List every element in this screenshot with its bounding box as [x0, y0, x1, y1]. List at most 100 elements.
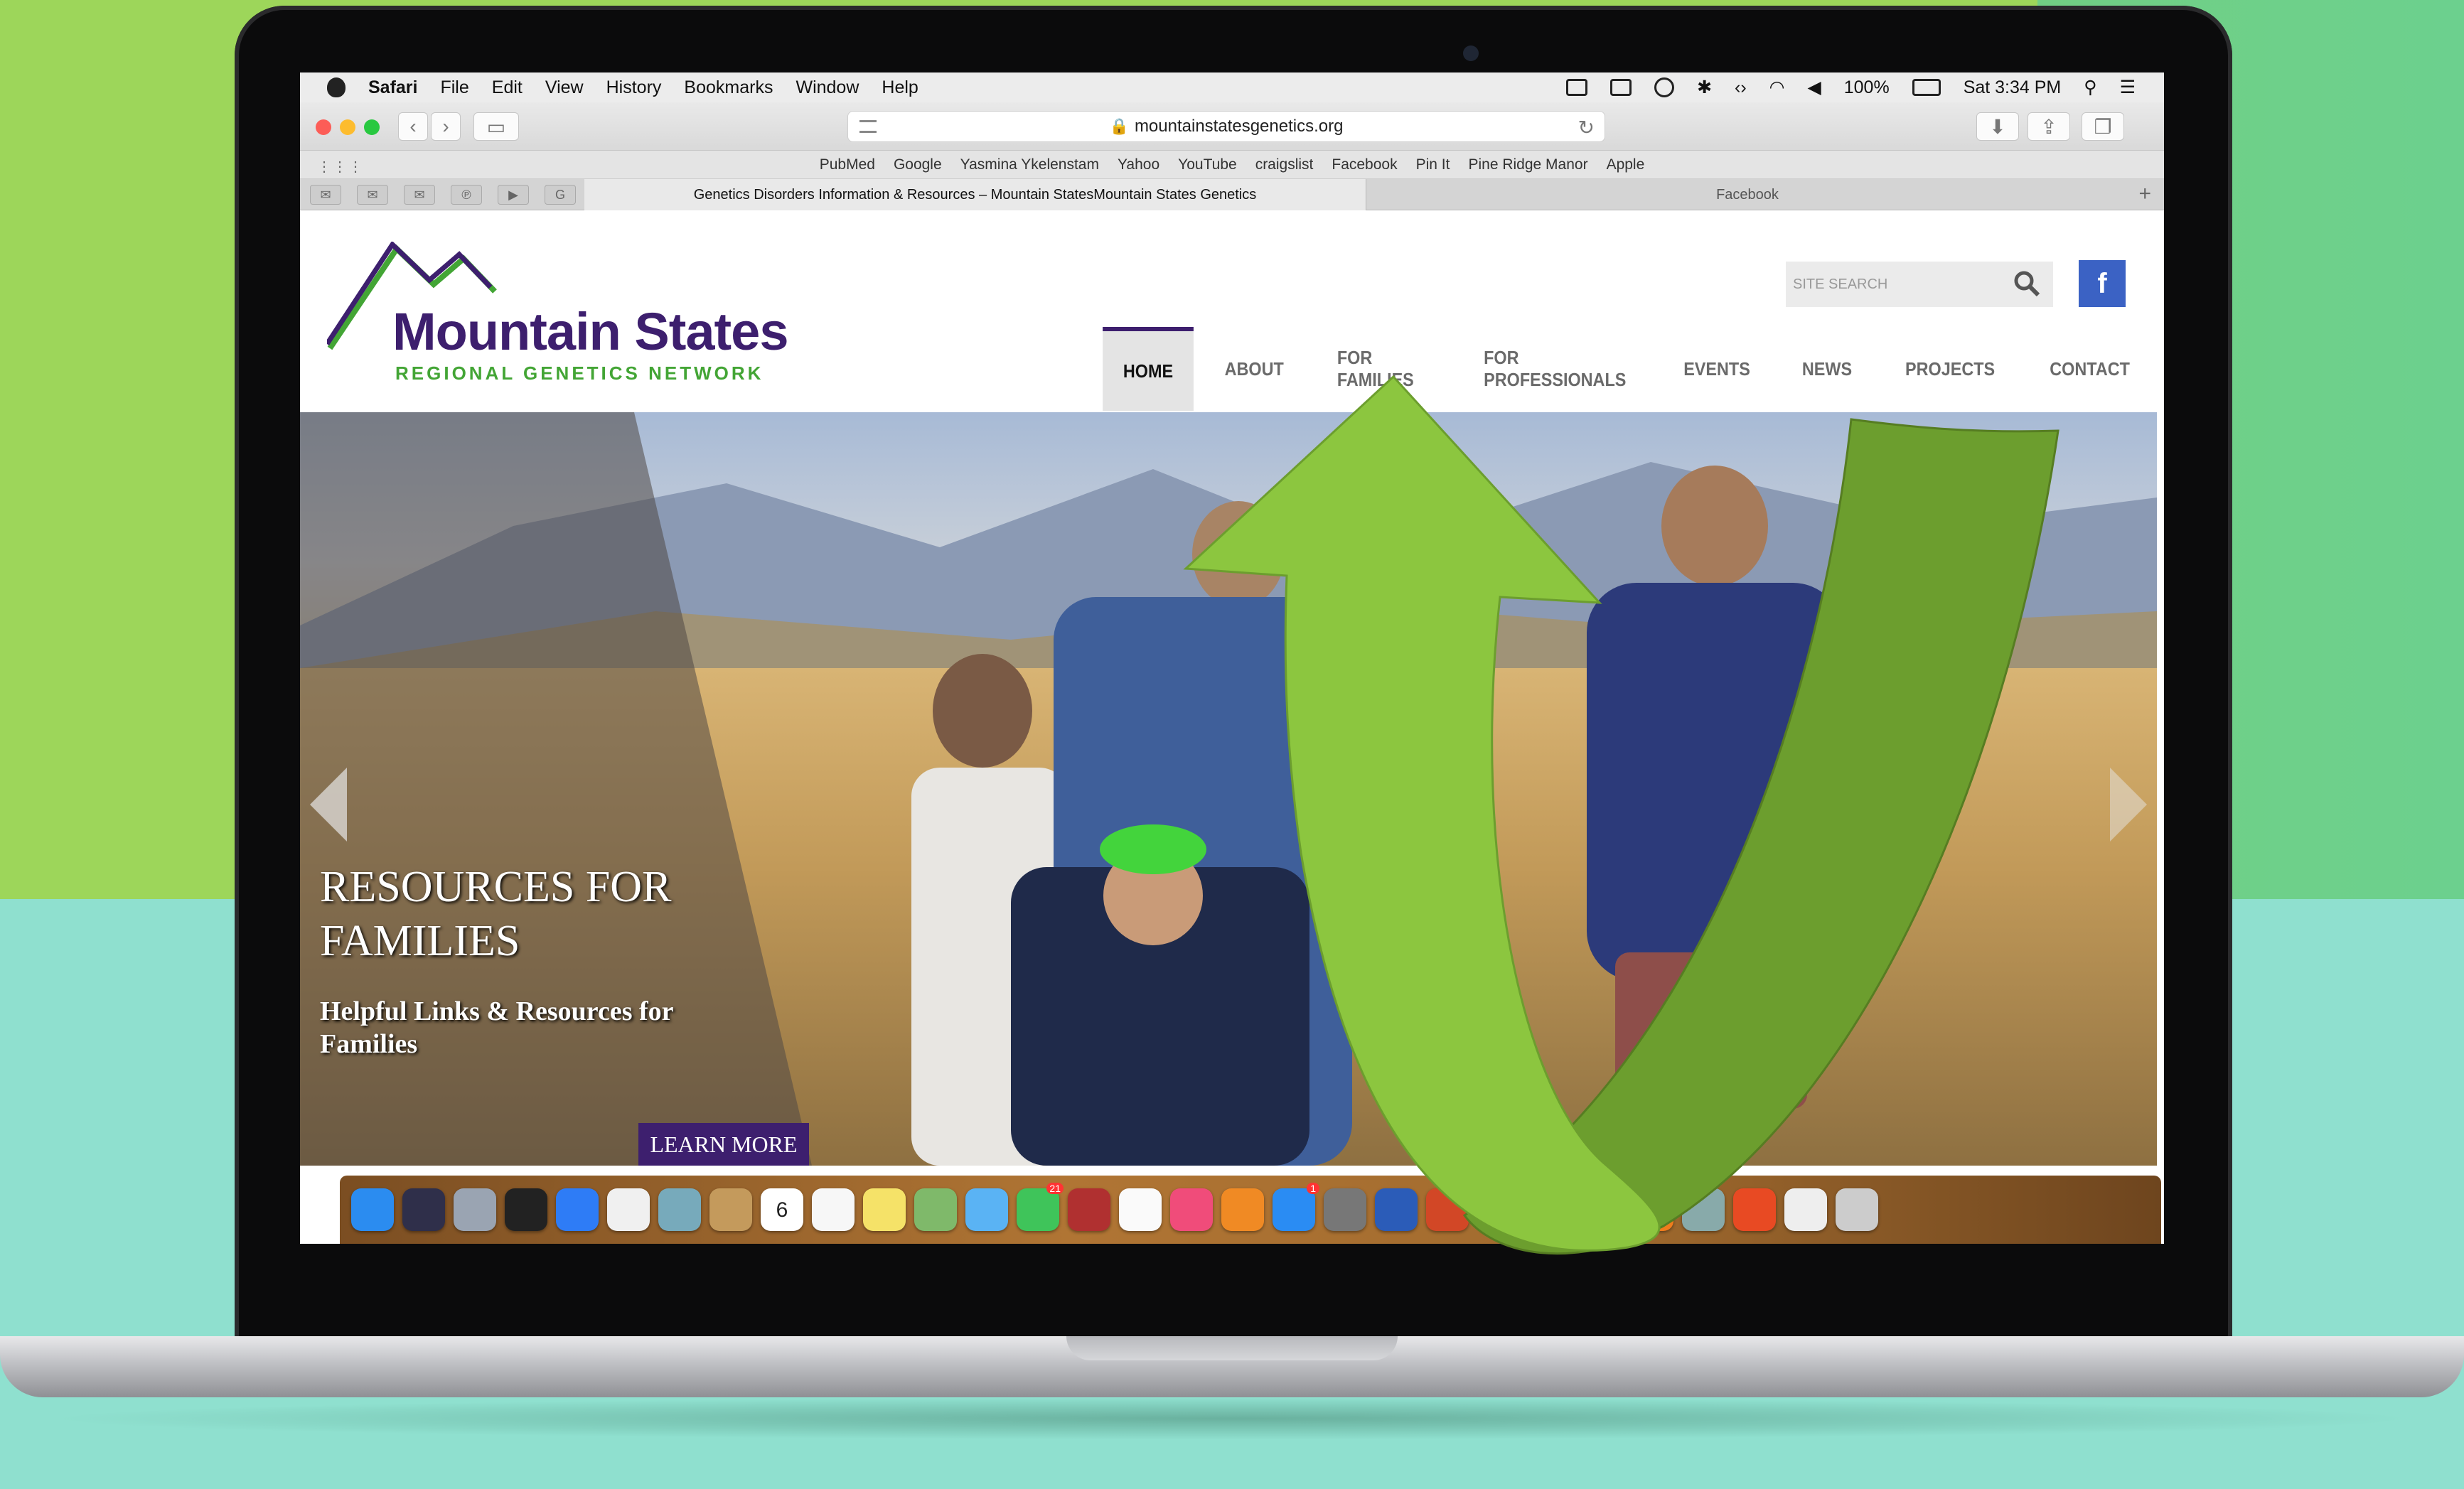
code-icon[interactable]: ‹›	[1735, 77, 1747, 98]
pinned-mail-icon[interactable]: ✉	[357, 185, 388, 205]
tab-facebook[interactable]: Facebook	[1366, 179, 2128, 210]
nav-about[interactable]: ABOUT	[1204, 327, 1305, 411]
scanner-icon[interactable]	[1580, 1188, 1622, 1231]
menu-file[interactable]: File	[440, 77, 468, 98]
nav-home[interactable]: HOME	[1103, 327, 1194, 411]
office-icon[interactable]	[1733, 1188, 1776, 1231]
trash-icon[interactable]	[1836, 1188, 1878, 1231]
vlc-icon[interactable]	[1631, 1188, 1673, 1231]
battery-icon[interactable]	[1912, 79, 1941, 96]
nav-contact[interactable]: CONTACT	[2029, 327, 2150, 411]
launchpad-icon[interactable]	[454, 1188, 496, 1231]
time-machine-icon[interactable]	[1654, 77, 1675, 97]
share-button[interactable]: ⇪	[2028, 112, 2070, 141]
airplay-icon[interactable]	[1610, 79, 1632, 96]
calendar-day: 6	[776, 1198, 788, 1222]
favorite-craigslist[interactable]: craigslist	[1255, 156, 1314, 173]
search-icon[interactable]	[2013, 270, 2040, 297]
apple-icon[interactable]	[327, 77, 346, 97]
notification-center-icon[interactable]: ☰	[2120, 77, 2136, 98]
favorite-facebook[interactable]: Facebook	[1332, 156, 1397, 173]
chrome-icon[interactable]	[607, 1188, 650, 1231]
maps-icon[interactable]	[914, 1188, 957, 1231]
menu-view[interactable]: View	[545, 77, 584, 98]
nav-projects[interactable]: PROJECTS	[1885, 327, 2015, 411]
favorite-pubmed[interactable]: PubMed	[820, 156, 875, 173]
nav-for-families[interactable]: FOR FAMILIES	[1317, 327, 1447, 411]
favorite-pinit[interactable]: Pin It	[1416, 156, 1450, 173]
mission-control-icon[interactable]	[505, 1188, 547, 1231]
itunes-icon[interactable]	[1170, 1188, 1213, 1231]
messages-icon[interactable]	[965, 1188, 1008, 1231]
menu-window[interactable]: Window	[796, 77, 859, 98]
wifi-icon[interactable]: ◠	[1769, 77, 1785, 98]
sidebar-button[interactable]: ▭	[473, 112, 519, 141]
nav-news[interactable]: NEWS	[1782, 327, 1873, 411]
site-logo[interactable]: Mountain States REGIONAL GENETICS NETWOR…	[325, 240, 788, 384]
slider-prev-arrow-icon[interactable]	[310, 768, 347, 842]
forward-button[interactable]: ›	[431, 112, 461, 141]
pinned-g-icon[interactable]: G	[545, 185, 576, 205]
reload-icon[interactable]: ↻	[1578, 116, 1595, 139]
back-button[interactable]: ‹	[398, 112, 428, 141]
stickies-icon[interactable]	[863, 1188, 906, 1231]
pinned-youtube-icon[interactable]: ▶	[498, 185, 529, 205]
system-preferences-icon[interactable]	[1324, 1188, 1366, 1231]
favorite-apple[interactable]: Apple	[1607, 156, 1645, 173]
ibooks-icon[interactable]	[1221, 1188, 1264, 1231]
nav-for-professionals[interactable]: FOR PROFESSIONALS	[1463, 327, 1646, 411]
calendar-icon[interactable]: 6	[761, 1188, 803, 1231]
pinned-mail-icon[interactable]: ✉	[310, 185, 341, 205]
battery-percent[interactable]: 100%	[1844, 77, 1890, 98]
word-icon[interactable]	[1375, 1188, 1418, 1231]
notes-icon[interactable]	[709, 1188, 752, 1231]
new-tab-icon[interactable]: +	[2138, 182, 2151, 206]
app-store-icon[interactable]: 1	[1273, 1183, 1319, 1231]
pinned-mail-icon[interactable]: ✉	[404, 185, 435, 205]
hero-title: RESOURCES FOR FAMILIES	[320, 863, 672, 965]
close-window-button[interactable]	[316, 119, 331, 135]
clock[interactable]: Sat 3:34 PM	[1964, 77, 2062, 98]
favorite-yahoo[interactable]: Yahoo	[1118, 156, 1159, 173]
learn-more-button[interactable]: LEARN MORE	[638, 1123, 809, 1166]
favorite-google[interactable]: Google	[894, 156, 942, 173]
volume-icon[interactable]: ◀	[1808, 77, 1821, 98]
menu-help[interactable]: Help	[882, 77, 918, 98]
image-capture-icon[interactable]	[1682, 1188, 1725, 1231]
documents-icon[interactable]	[1784, 1188, 1827, 1231]
favorite-pine-ridge[interactable]: Pine Ridge Manor	[1468, 156, 1587, 173]
menu-app-name[interactable]: Safari	[368, 77, 417, 98]
facetime-icon[interactable]: 21	[1017, 1183, 1064, 1231]
tabs-overview-button[interactable]: ❐	[2082, 112, 2124, 141]
tab-active[interactable]: Genetics Disorders Information & Resourc…	[584, 179, 1366, 210]
menu-edit[interactable]: Edit	[492, 77, 523, 98]
onenote-icon[interactable]	[1528, 1188, 1571, 1231]
display-icon[interactable]	[1566, 79, 1588, 96]
downloads-button[interactable]: ⬇	[1976, 112, 2019, 141]
favorite-yasmina[interactable]: Yasmina Ykelenstam	[960, 156, 1099, 173]
pinned-pinterest-icon[interactable]: ℗	[451, 185, 482, 205]
reader-icon[interactable]	[859, 120, 877, 133]
excel-icon[interactable]	[1477, 1188, 1520, 1231]
powerpoint-icon[interactable]	[1426, 1188, 1469, 1231]
spotlight-icon[interactable]: ⚲	[2084, 77, 2096, 98]
finder-icon[interactable]	[351, 1188, 394, 1231]
top-sites-icon[interactable]: ⋮⋮⋮	[317, 158, 364, 176]
address-bar[interactable]: 🔒 mountainstatesgenetics.org ↻	[847, 111, 1605, 142]
menu-history[interactable]: History	[606, 77, 662, 98]
photo-booth-icon[interactable]	[1068, 1188, 1110, 1231]
zoom-window-button[interactable]	[364, 119, 380, 135]
site-search-input[interactable]: SITE SEARCH	[1786, 262, 2053, 307]
facebook-button[interactable]: f	[2079, 260, 2126, 307]
safari-icon[interactable]	[556, 1188, 599, 1231]
reminders-icon[interactable]	[812, 1188, 855, 1231]
nav-events[interactable]: EVENTS	[1663, 327, 1770, 411]
slider-next-arrow-icon[interactable]	[2110, 768, 2147, 842]
minimize-window-button[interactable]	[340, 119, 355, 135]
siri-icon[interactable]	[402, 1188, 445, 1231]
bluetooth-icon[interactable]: ✱	[1697, 77, 1712, 98]
preview-icon[interactable]	[658, 1188, 701, 1231]
photos-icon[interactable]	[1119, 1188, 1162, 1231]
favorite-youtube[interactable]: YouTube	[1178, 156, 1237, 173]
menu-bookmarks[interactable]: Bookmarks	[684, 77, 773, 98]
